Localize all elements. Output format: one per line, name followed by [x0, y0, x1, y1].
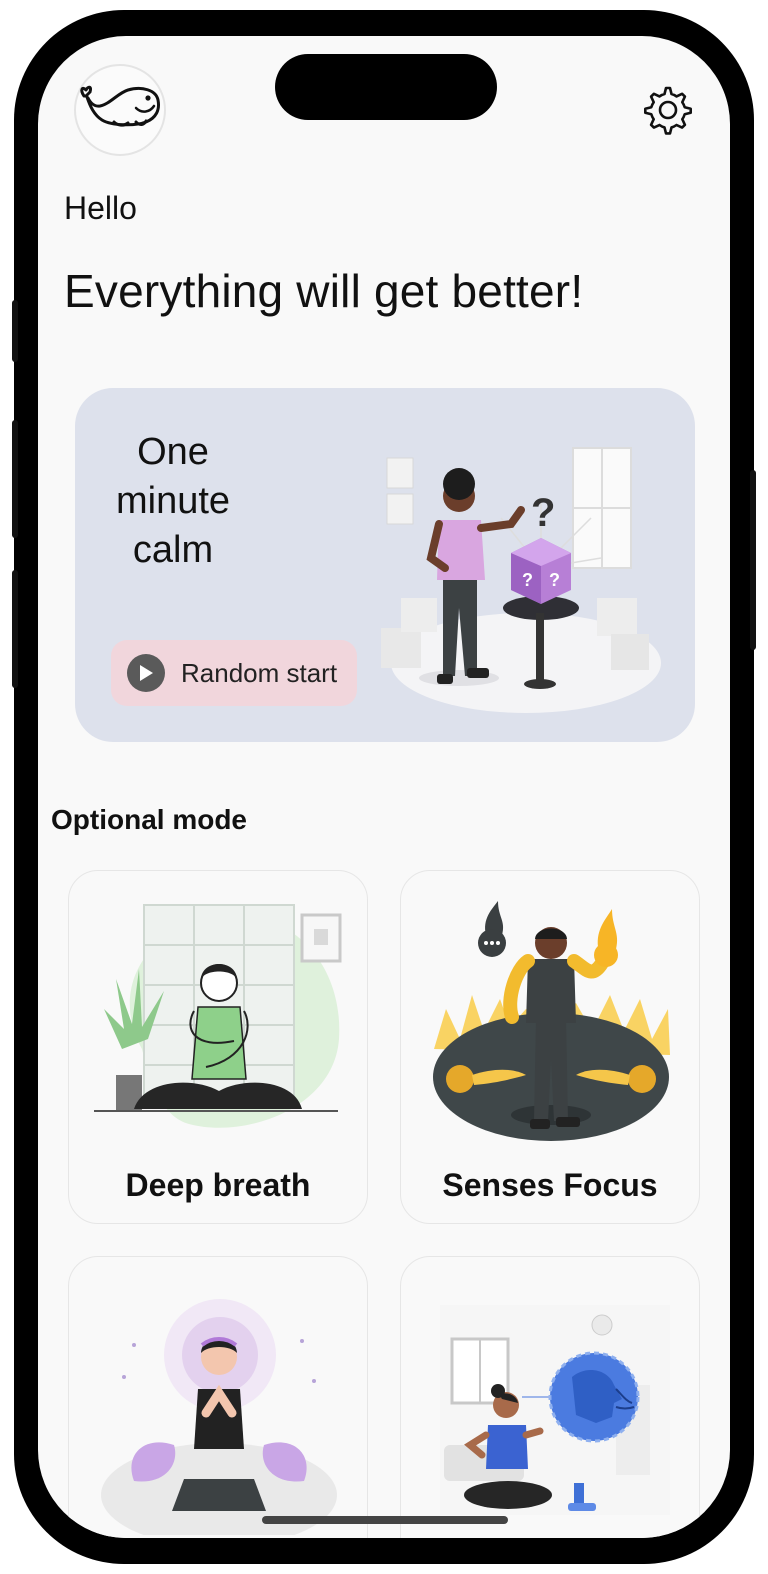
avatar[interactable] [74, 64, 166, 156]
mode-card-senses-focus[interactable]: Senses Focus [400, 870, 700, 1224]
whale-icon [80, 85, 160, 127]
play-icon [127, 654, 165, 692]
mode-card-breathing-exercise[interactable] [400, 1256, 700, 1538]
greeting: Hello [64, 190, 137, 226]
page-title: Everything will get better! [64, 265, 584, 317]
meditation-illustration [101, 1299, 337, 1535]
power-button [750, 470, 756, 650]
svg-text:?: ? [522, 570, 533, 590]
senses-focus-illustration [433, 901, 670, 1141]
dynamic-island [275, 54, 497, 120]
deep-breath-illustration [94, 904, 342, 1128]
volume-up-button [12, 420, 18, 538]
home-indicator[interactable] [262, 1516, 508, 1524]
volume-down-button [12, 570, 18, 688]
random-start-button[interactable]: Random start [111, 640, 357, 706]
mute-switch [12, 300, 18, 362]
svg-text:?: ? [549, 570, 560, 590]
svg-text:?: ? [531, 491, 555, 535]
random-start-label: Random start [181, 657, 338, 688]
breathing-exercise-illustration [440, 1305, 670, 1515]
mode-card-label: Senses Focus [442, 1167, 658, 1203]
gear-icon[interactable] [642, 84, 694, 136]
mode-card-deep-breath[interactable]: Deep breath [68, 870, 368, 1224]
mode-card-meditation[interactable] [68, 1256, 368, 1538]
one-minute-calm-card[interactable]: One minute calm Random start ? ? ? [75, 388, 695, 742]
app-screen: Hello Everything will get better! One mi… [38, 36, 730, 1538]
hero-title: One minute calm [115, 431, 231, 571]
mode-card-label: Deep breath [125, 1167, 311, 1203]
mystery-box-illustration: ? ? ? [381, 447, 661, 713]
section-title: Optional mode [51, 804, 247, 835]
